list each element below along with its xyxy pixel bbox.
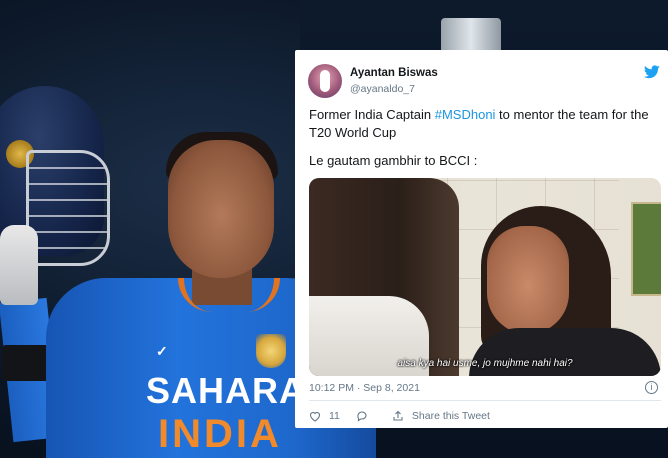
tweet-media[interactable]: aisa kya hai usme, jo mujhme nahi hai? (309, 178, 661, 376)
like-button[interactable]: 11 (309, 410, 340, 422)
tweet-card[interactable]: Ayantan Biswas @ayanaldo_7 Former India … (295, 50, 668, 428)
tweet-text: Former India Captain #MSDhoni to mentor … (309, 106, 659, 142)
jersey-crest (256, 334, 286, 368)
swoosh-logo: ✓ (156, 343, 168, 359)
media-subtitle: aisa kya hai usme, jo mujhme nahi hai? (397, 358, 573, 369)
heart-icon (309, 411, 321, 422)
jersey-sponsor-bottom: INDIA (158, 412, 282, 456)
avatar-figure (320, 70, 330, 92)
share-icon (393, 410, 403, 421)
tweet-timestamp[interactable]: 10:12 PM · Sep 8, 2021 (309, 382, 420, 394)
jersey-sponsor-top: SAHARA (146, 370, 307, 411)
media-wall-frame (631, 202, 661, 296)
reply-icon (357, 411, 367, 422)
player-head (168, 140, 274, 278)
info-icon[interactable]: i (645, 381, 658, 394)
batting-glove (0, 225, 38, 305)
tweet-actions: 11 Share this Tweet (309, 408, 506, 424)
share-button[interactable]: Share this Tweet (392, 410, 490, 422)
helmet-grill (26, 150, 110, 266)
like-count: 11 (329, 410, 340, 422)
tweet-text-line2: Le gautam gambhir to BCCI : (309, 153, 478, 168)
share-label: Share this Tweet (411, 410, 490, 422)
hashtag-link[interactable]: #MSDhoni (435, 107, 496, 122)
avatar[interactable] (308, 64, 342, 98)
author-handle[interactable]: @ayanaldo_7 (350, 83, 415, 95)
tweet-text-start: Former India Captain (309, 107, 435, 122)
divider (309, 400, 661, 401)
author-name[interactable]: Ayantan Biswas (350, 67, 438, 79)
twitter-bird-icon[interactable] (644, 65, 660, 79)
media-woman-face (487, 226, 569, 334)
reply-button[interactable] (356, 410, 376, 422)
